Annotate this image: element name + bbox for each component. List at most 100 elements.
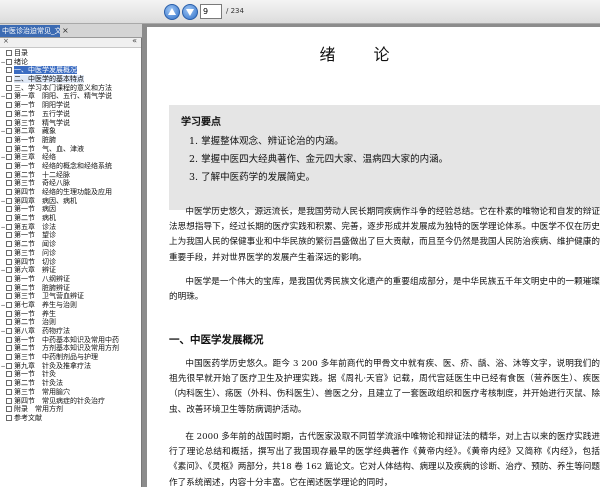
previous-page-button[interactable] (164, 4, 180, 20)
key-points-list: 1. 掌握整体观念、辨证论治的内涵。 2. 掌握中医四大经典著作、金元四大家、温… (189, 133, 448, 187)
bookmark-icon (6, 197, 12, 204)
bookmark-item[interactable]: 第一节 病因 (0, 205, 141, 214)
bookmark-item[interactable]: 第二节 脏腑辨证 (0, 284, 141, 293)
bookmark-label: 第三章 经络 (14, 153, 56, 162)
bookmark-item[interactable]: 第三节 精气学说 (0, 119, 141, 128)
bookmark-item[interactable]: 第一节 望诊 (0, 231, 141, 240)
bookmark-icon (6, 388, 12, 395)
bookmark-item[interactable]: 第一节 八纲辨证 (0, 275, 141, 284)
sidebar-tabbar: 中医诊治迫常见_文字版 × (0, 24, 142, 38)
bookmark-icon (6, 50, 12, 56)
panel-close-icon[interactable]: × (3, 37, 9, 45)
bookmark-label: 第二节 针灸法 (14, 379, 63, 388)
bookmark-item[interactable]: 目录 (0, 49, 141, 58)
bookmark-label: 第一节 经络的概念和经络系统 (14, 161, 112, 170)
bookmark-item[interactable]: 第三节 奇经八脉 (0, 179, 141, 188)
bookmark-item[interactable]: − 第一章 阴阳、五行、精气学说 (0, 92, 141, 101)
bookmark-label: 第二节 闻诊 (14, 240, 56, 249)
bookmark-item[interactable]: 第二节 闻诊 (0, 240, 141, 249)
bookmark-item[interactable]: 第三节 卫气营血辨证 (0, 292, 141, 301)
bookmark-tree: 目录 − 绪论 一、中医学发展概况 二、中医学的基本特点 三、学习本门课程的意义和方法 − 第… (0, 48, 141, 423)
pdf-page: 绪论 学习要点 1. 掌握整体观念、辨证论治的内涵。 2. 掌握中医四大经典著作… (147, 27, 600, 487)
bookmark-icon (6, 67, 12, 74)
bookmark-icon (6, 215, 12, 222)
bookmark-item[interactable]: − 绪论 (0, 58, 141, 67)
bookmark-item[interactable]: 第四节 经络的生理功能及应用 (0, 188, 141, 197)
bookmark-item[interactable]: − 第九章 针灸及推拿疗法 (0, 362, 141, 371)
bookmark-label: 第二节 方剂基本知识及常用方剂 (14, 344, 119, 353)
bookmarks-panel: × « 目录 − 绪论 一、中医学发展概况 二、中医学的基本特点 三、学习本门课程的意义和… (0, 36, 142, 487)
bookmark-item[interactable]: 二、中医学的基本特点 (0, 75, 141, 84)
bookmark-item[interactable]: 第一节 养生 (0, 310, 141, 319)
tab-close-icon[interactable]: × (62, 25, 69, 37)
bookmark-icon (6, 354, 12, 361)
bookmark-item[interactable]: 第一节 阴阳学说 (0, 101, 141, 110)
bookmark-label: 第二节 五行学说 (14, 109, 70, 118)
bookmark-label: 参考文献 (14, 413, 42, 422)
bookmark-label: 第三节 精气学说 (14, 118, 70, 127)
bookmark-icon (6, 84, 12, 91)
bookmark-item[interactable]: − 第四章 病因、病机 (0, 197, 141, 206)
bookmark-label: 第一节 八纲辨证 (14, 274, 70, 283)
bookmark-item[interactable]: 第二节 五行学说 (0, 110, 141, 119)
bookmark-icon (6, 136, 12, 143)
bookmark-item[interactable]: 第四节 常见病症的针灸治疗 (0, 397, 141, 406)
bookmark-label: 目录 (14, 49, 28, 57)
bookmark-label: 第二节 治则 (14, 318, 56, 327)
bookmark-icon (6, 414, 12, 421)
bookmark-label: 第三节 卫气营血辨证 (14, 292, 84, 301)
bookmark-item[interactable]: 第二节 病机 (0, 214, 141, 223)
bookmark-item[interactable]: − 第六章 辨证 (0, 266, 141, 275)
bookmark-item[interactable]: 第二节 十二经脉 (0, 171, 141, 180)
bookmark-item[interactable]: 第一节 经络的概念和经络系统 (0, 162, 141, 171)
bookmark-icon (6, 371, 12, 378)
page-number-input[interactable] (200, 4, 222, 19)
bookmark-icon (6, 310, 12, 317)
bookmark-item[interactable]: 第三节 问诊 (0, 249, 141, 258)
bookmark-item[interactable]: 第二节 治则 (0, 318, 141, 327)
bookmark-icon (6, 336, 12, 343)
bookmark-item[interactable]: − 第七章 养生与治则 (0, 301, 141, 310)
bookmark-item[interactable]: − 第三章 经络 (0, 153, 141, 162)
bookmark-label: 第七章 养生与治则 (14, 300, 77, 309)
key-points-box: 学习要点 1. 掌握整体观念、辨证论治的内涵。 2. 掌握中医四大经典著作、金元… (169, 105, 600, 210)
bookmark-icon (6, 119, 12, 126)
bookmark-label: 第二节 脏腑辨证 (14, 283, 70, 292)
bookmark-item[interactable]: 第二节 针灸法 (0, 379, 141, 388)
bookmark-item[interactable]: 第四节 切诊 (0, 258, 141, 267)
bookmark-item[interactable]: 附录 常用方剂 (0, 405, 141, 414)
bookmark-icon (6, 128, 12, 135)
bookmark-icon (6, 249, 12, 256)
bookmark-label: 第四节 经络的生理功能及应用 (14, 188, 112, 196)
bookmark-label: 第四节 常见病症的针灸治疗 (14, 396, 105, 405)
bookmark-icon (6, 284, 12, 291)
bookmark-item[interactable]: 第二节 方剂基本知识及常用方剂 (0, 344, 141, 353)
next-page-button[interactable] (182, 4, 198, 20)
page-total-label: / 234 (226, 7, 244, 15)
bookmark-label: 第六章 辨证 (14, 266, 56, 275)
bookmark-item[interactable]: 第一节 针灸 (0, 370, 141, 379)
collapse-panel-icon[interactable]: « (132, 36, 137, 45)
bookmark-label: 第四章 病因、病机 (14, 196, 77, 205)
toolbar: / 234 (0, 0, 600, 24)
bookmark-item[interactable]: − 第二章 藏象 (0, 127, 141, 136)
bookmark-item[interactable]: 第一节 中药基本知识及常用中药 (0, 336, 141, 345)
bookmark-icon (6, 345, 12, 352)
bookmark-icon (6, 328, 12, 334)
bookmark-item[interactable]: 第二节 气、血、津液 (0, 145, 141, 154)
bookmark-item[interactable]: 三、学习本门课程的意义和方法 (0, 84, 141, 93)
body-paragraph: 中医学历史悠久，源远流长，是我国劳动人民长期同疾病作斗争的经验总结。它在朴素的唯… (169, 207, 600, 263)
bookmark-item[interactable]: 第三节 常用腧穴 (0, 388, 141, 397)
bookmark-icon (6, 171, 12, 178)
bookmark-item[interactable]: 一、中医学发展概况 (0, 66, 141, 75)
bookmark-label: 第三节 常用腧穴 (14, 387, 70, 396)
bookmark-label: 第二节 病机 (14, 214, 56, 223)
bookmark-icon (6, 293, 12, 300)
bookmark-label: 第三节 问诊 (14, 248, 56, 257)
bookmark-item[interactable]: 第一节 脏腑 (0, 136, 141, 145)
bookmark-item[interactable]: 第三节 中药制剂品与护理 (0, 353, 141, 362)
bookmark-item[interactable]: 参考文献 (0, 414, 141, 423)
document-tab[interactable]: 中医诊治迫常见_文字版 (0, 25, 60, 37)
bookmark-item[interactable]: − 第八章 药物疗法 (0, 327, 141, 336)
bookmark-item[interactable]: − 第五章 诊法 (0, 223, 141, 232)
